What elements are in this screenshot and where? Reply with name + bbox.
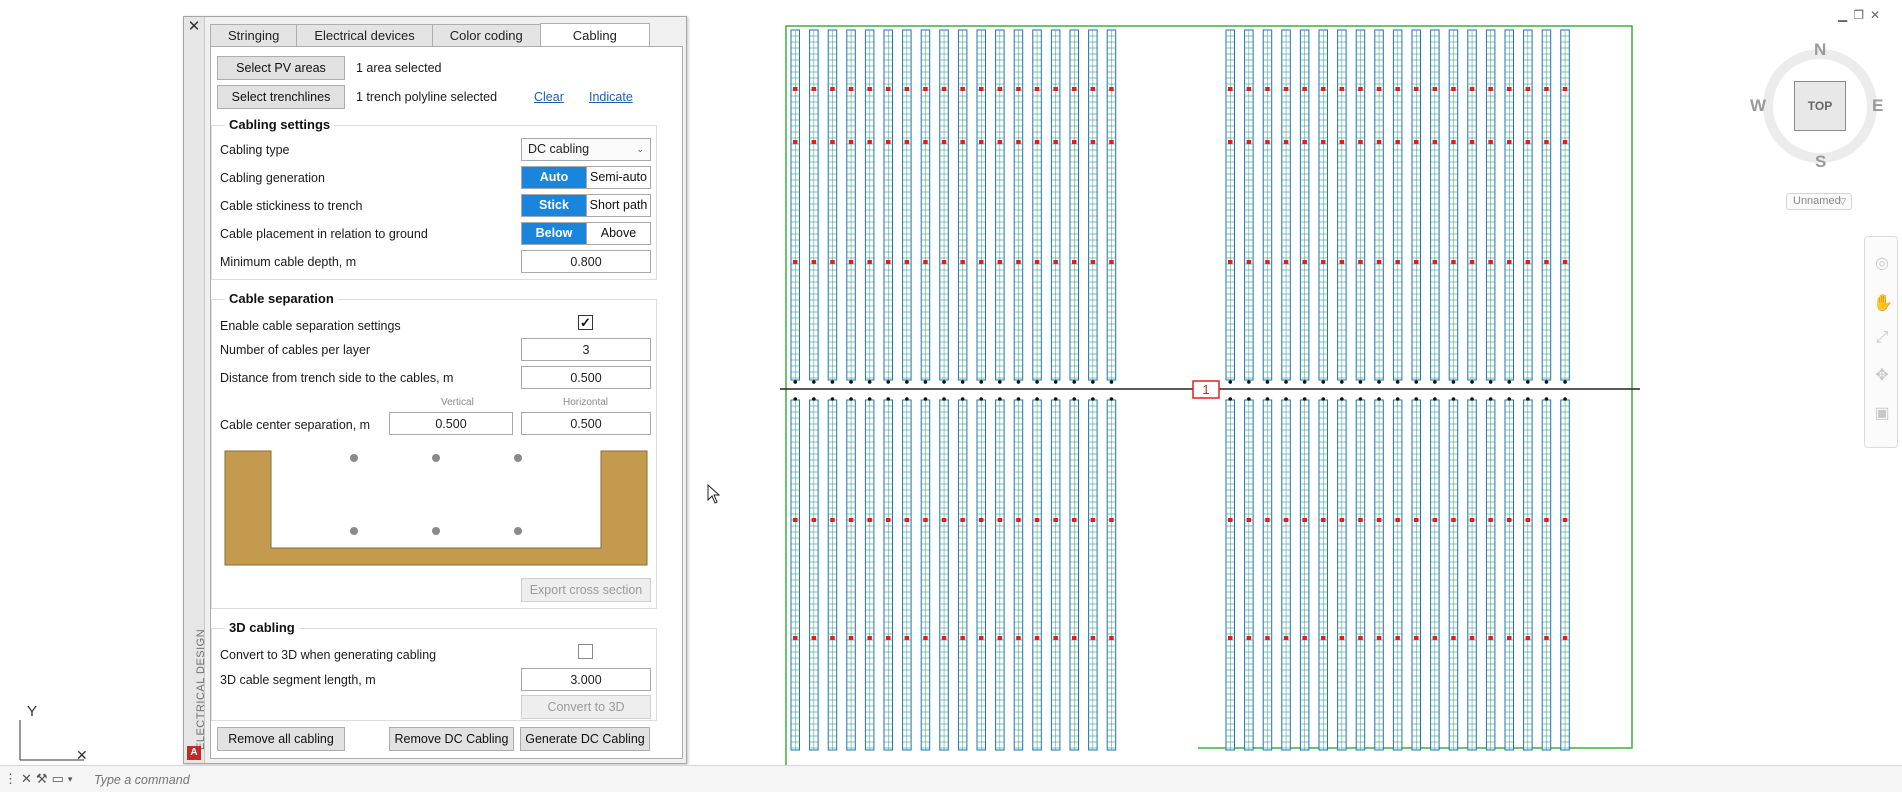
cabling-generation-toggle: Auto Semi-auto bbox=[521, 166, 651, 189]
cabling-generation-label: Cabling generation bbox=[220, 171, 325, 185]
generation-auto-option[interactable]: Auto bbox=[522, 167, 586, 188]
restore-icon[interactable]: ❐ bbox=[1853, 8, 1864, 22]
convert-3d-checkbox[interactable] bbox=[578, 644, 593, 659]
convert-3d-label: Convert to 3D when generating cabling bbox=[220, 648, 437, 662]
pv-selection-status: 1 area selected bbox=[356, 61, 442, 75]
trench-marker-label: 1 bbox=[1202, 382, 1209, 397]
viewport-window-controls: ▁ ❐ ✕ bbox=[1838, 8, 1880, 22]
close-command-icon[interactable]: ✕ bbox=[21, 771, 32, 787]
center-separation-horizontal-input[interactable] bbox=[521, 412, 651, 435]
trench-overlay: 1 bbox=[780, 380, 1640, 399]
cable-placement-toggle: Below Above bbox=[521, 222, 651, 245]
ucs-y-label: Y bbox=[27, 703, 37, 720]
min-cable-depth-label: Minimum cable depth, m bbox=[220, 255, 357, 269]
trench-selection-status: 1 trench polyline selected bbox=[356, 90, 498, 104]
indicate-link[interactable]: Indicate bbox=[589, 90, 633, 104]
enable-separation-checkbox[interactable]: ✓ bbox=[578, 315, 593, 330]
generate-dc-cabling-button[interactable]: Generate DC Cabling bbox=[520, 727, 650, 751]
center-separation-label: Cable center separation, m bbox=[220, 418, 371, 432]
mouse-cursor-icon bbox=[707, 484, 721, 504]
grip-icon[interactable]: ⋮ bbox=[4, 771, 17, 787]
steering-wheel-icon[interactable]: ◎ bbox=[1873, 255, 1891, 273]
panel-side-label: ELECTRICAL DESIGN bbox=[195, 628, 207, 750]
viewcube[interactable]: N S E W TOP bbox=[1745, 30, 1895, 180]
convert-to-3d-button[interactable]: Convert to 3D bbox=[521, 695, 651, 719]
tab-color-coding[interactable]: Color coding bbox=[431, 24, 540, 47]
min-cable-depth-input[interactable] bbox=[521, 250, 651, 273]
cable-separation-title: Cable separation bbox=[225, 291, 338, 306]
showmotion-icon[interactable]: ▣ bbox=[1873, 405, 1891, 423]
ucs-icon: Y ✕ bbox=[19, 703, 88, 763]
navigation-bar: ◎ ✋ ⤢ ✥ ▣ bbox=[1864, 236, 1898, 448]
stickiness-short-path-option[interactable]: Short path bbox=[586, 195, 650, 216]
clear-link[interactable]: Clear bbox=[534, 90, 564, 104]
horizontal-header: Horizontal bbox=[563, 397, 609, 408]
named-view-dropdown[interactable]: Unnamed ▽ bbox=[1786, 193, 1852, 210]
trench-soil-shape bbox=[224, 450, 648, 566]
svg-text:✕: ✕ bbox=[76, 747, 88, 763]
cables-per-layer-input[interactable] bbox=[521, 338, 651, 361]
tab-electrical-devices[interactable]: Electrical devices bbox=[296, 24, 432, 47]
orbit-icon[interactable]: ✥ bbox=[1873, 367, 1891, 385]
chevron-down-icon[interactable]: ▾ bbox=[68, 774, 73, 785]
cable-stickiness-toggle: Stick Short path bbox=[521, 194, 651, 217]
customize-icon[interactable]: ⚒ bbox=[36, 771, 48, 787]
chevron-down-icon: ▽ bbox=[1839, 196, 1846, 206]
compass-west[interactable]: W bbox=[1750, 96, 1766, 116]
enable-separation-label: Enable cable separation settings bbox=[220, 319, 401, 333]
cabling-type-label: Cabling type bbox=[220, 143, 290, 157]
command-line: ⋮ ✕ ⚒ ▭ ▾ bbox=[0, 765, 1902, 792]
remove-all-cabling-button[interactable]: Remove all cabling bbox=[217, 727, 345, 751]
trench-side-distance-label: Distance from trench side to the cables,… bbox=[220, 371, 454, 385]
command-input[interactable] bbox=[92, 771, 692, 789]
tab-cabling[interactable]: Cabling bbox=[539, 23, 650, 47]
cabling-3d-title: 3D cabling bbox=[225, 620, 299, 635]
stickiness-stick-option[interactable]: Stick bbox=[522, 195, 586, 216]
select-pv-areas-button[interactable]: Select PV areas bbox=[217, 56, 345, 80]
placement-above-option[interactable]: Above bbox=[586, 223, 650, 244]
electrical-design-panel: ✕ ELECTRICAL DESIGN A Stringing Electric… bbox=[183, 16, 687, 764]
panel-side-strip[interactable]: ✕ ELECTRICAL DESIGN A bbox=[184, 17, 207, 763]
cabling-type-value: DC cabling bbox=[528, 142, 590, 156]
close-viewport-icon[interactable]: ✕ bbox=[1870, 8, 1880, 22]
cables-per-layer-label: Number of cables per layer bbox=[220, 343, 371, 357]
pan-icon[interactable]: ✋ bbox=[1873, 295, 1893, 313]
placement-below-option[interactable]: Below bbox=[522, 223, 586, 244]
cable-stickiness-label: Cable stickiness to trench bbox=[220, 199, 363, 213]
cabling-settings-group: Cabling settings Cabling type DC cabling… bbox=[211, 117, 657, 280]
segment-length-label: 3D cable segment length, m bbox=[220, 673, 376, 687]
close-icon[interactable]: ✕ bbox=[186, 19, 202, 35]
chevron-down-icon: ⌄ bbox=[636, 144, 644, 154]
app-logo-icon: A bbox=[187, 746, 201, 760]
named-view-label: Unnamed bbox=[1793, 195, 1841, 207]
tab-stringing[interactable]: Stringing bbox=[210, 24, 297, 47]
cable-dots bbox=[350, 454, 522, 535]
vertical-header: Vertical bbox=[441, 397, 474, 408]
cabling-3d-group: 3D cabling Convert to 3D when generating… bbox=[211, 620, 657, 721]
export-cross-section-button[interactable]: Export cross section bbox=[521, 578, 651, 602]
cabling-tab-content: Select PV areas 1 area selected Select t… bbox=[210, 46, 683, 759]
compass-south[interactable]: S bbox=[1815, 152, 1826, 172]
zoom-extents-icon[interactable]: ⤢ bbox=[1873, 329, 1891, 347]
cable-placement-label: Cable placement in relation to ground bbox=[220, 227, 428, 241]
select-trenchlines-button[interactable]: Select trenchlines bbox=[217, 85, 345, 109]
trench-side-distance-input[interactable] bbox=[521, 366, 651, 389]
command-line-tools: ⋮ ✕ ⚒ ▭ ▾ bbox=[4, 770, 72, 788]
viewcube-top-face[interactable]: TOP bbox=[1794, 81, 1846, 131]
center-separation-vertical-input[interactable] bbox=[389, 412, 513, 435]
command-history-icon[interactable]: ▭ bbox=[52, 771, 64, 787]
cable-separation-group: Cable separation Enable cable separation… bbox=[211, 291, 657, 609]
segment-length-input[interactable] bbox=[521, 668, 651, 691]
tab-bar: Stringing Electrical devices Color codin… bbox=[210, 23, 650, 47]
cabling-type-select[interactable]: DC cabling ⌄ bbox=[521, 138, 651, 161]
compass-north[interactable]: N bbox=[1814, 40, 1826, 60]
compass-east[interactable]: E bbox=[1872, 96, 1883, 116]
remove-dc-cabling-button[interactable]: Remove DC Cabling bbox=[389, 727, 514, 751]
minimize-icon[interactable]: ▁ bbox=[1838, 8, 1847, 22]
pv-layout bbox=[785, 25, 1812, 791]
trench-cross-section-diagram bbox=[224, 450, 648, 566]
generation-semi-auto-option[interactable]: Semi-auto bbox=[586, 167, 650, 188]
cabling-settings-title: Cabling settings bbox=[225, 117, 335, 132]
